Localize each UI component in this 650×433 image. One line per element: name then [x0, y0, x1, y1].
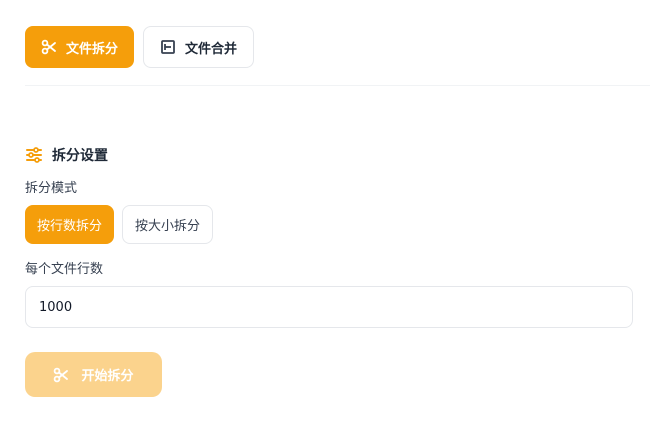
scissors-icon [41, 39, 57, 55]
mode-by-size-button[interactable]: 按大小拆分 [122, 205, 214, 244]
section-title: 拆分设置 [25, 145, 108, 165]
mode-by-lines-button[interactable]: 按行数拆分 [25, 205, 115, 244]
lines-per-file-label: 每个文件行数 [25, 262, 104, 277]
section-title-label: 拆分设置 [52, 148, 108, 164]
divider [25, 85, 650, 86]
tab-file-merge[interactable]: 文件合并 [143, 26, 255, 68]
lines-per-file-input[interactable] [25, 286, 633, 328]
tab-file-split[interactable]: 文件拆分 [25, 26, 135, 68]
merge-icon [160, 39, 176, 55]
split-mode-options: 按行数拆分 按大小拆分 [25, 205, 214, 244]
tab-file-merge-label: 文件合并 [185, 41, 238, 57]
sliders-icon [25, 146, 43, 164]
start-split-button[interactable]: 开始拆分 [25, 352, 162, 397]
tab-file-split-label: 文件拆分 [66, 41, 119, 57]
scissors-icon [53, 367, 69, 383]
start-split-label: 开始拆分 [81, 369, 134, 384]
split-mode-label: 拆分模式 [25, 181, 78, 196]
tab-bar: 文件拆分 文件合并 [25, 26, 255, 68]
